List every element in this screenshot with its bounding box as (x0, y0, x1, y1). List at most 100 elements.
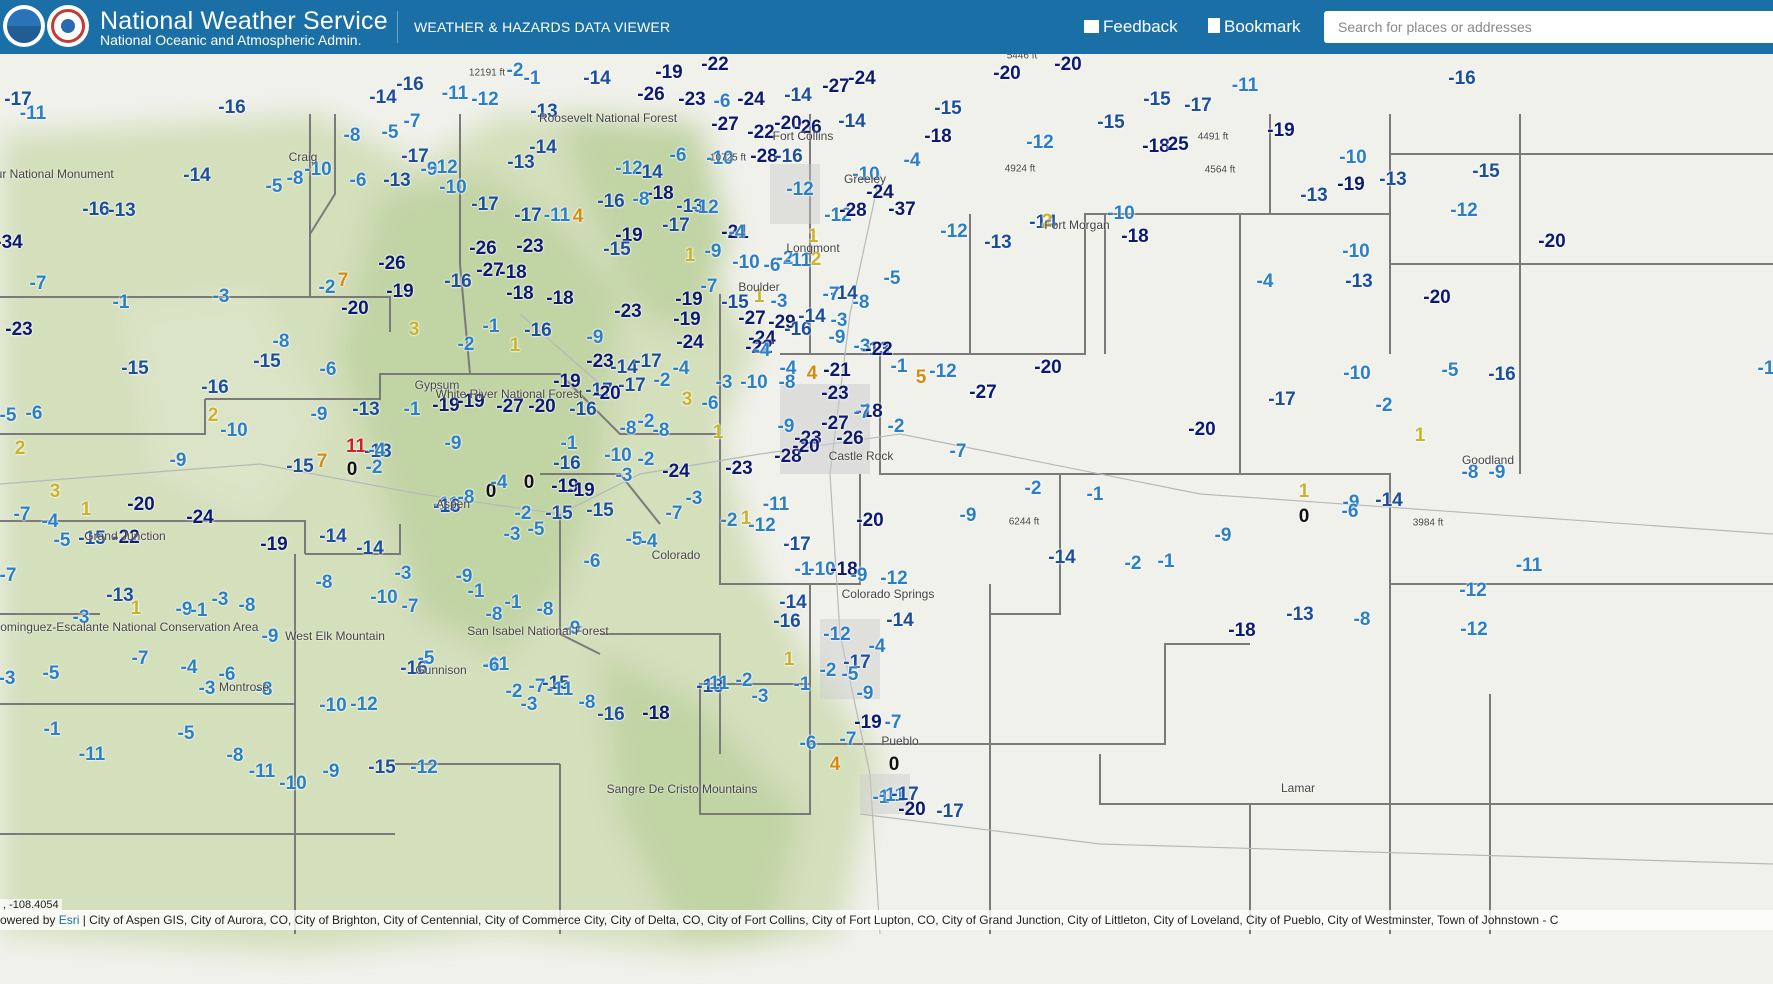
temperature-label[interactable]: -10 (220, 420, 247, 442)
temperature-label[interactable]: -22 (747, 122, 774, 144)
temperature-label[interactable]: 5 (916, 367, 927, 389)
temperature-label[interactable]: -17 (662, 215, 689, 237)
temperature-label[interactable]: -10 (319, 695, 346, 717)
temperature-label[interactable]: -20 (593, 383, 620, 405)
temperature-label[interactable]: 0 (347, 459, 358, 481)
temperature-label[interactable]: -17 (1184, 95, 1211, 117)
temperature-label[interactable]: 1 (784, 649, 795, 671)
temperature-label[interactable]: -5 (0, 405, 16, 427)
feedback-button[interactable]: Feedback (1084, 17, 1178, 37)
temperature-label[interactable]: -3 (752, 686, 769, 708)
temperature-label[interactable]: -14 (635, 162, 662, 184)
temperature-label[interactable]: -12 (1450, 200, 1477, 222)
temperature-label[interactable]: -2 (507, 60, 524, 82)
temperature-label[interactable]: -8 (537, 599, 554, 621)
temperature-label[interactable]: -9 (778, 416, 795, 438)
temperature-label[interactable]: -26 (469, 238, 496, 260)
temperature-label[interactable]: -24 (662, 461, 689, 483)
temperature-label[interactable]: -12 (940, 221, 967, 243)
temperature-label[interactable]: -2 (638, 449, 655, 471)
temperature-label[interactable]: -15 (1472, 161, 1499, 183)
temperature-label[interactable]: -4 (869, 636, 886, 658)
temperature-label[interactable]: -14 (798, 306, 825, 328)
temperature-label[interactable]: -7 (14, 504, 31, 526)
temperature-label[interactable]: -10 (1343, 363, 1370, 385)
temperature-label[interactable]: -27 (969, 382, 996, 404)
temperature-label[interactable]: -3 (199, 678, 216, 700)
temperature-label[interactable]: -3 (716, 372, 733, 394)
temperature-label[interactable]: -9 (262, 626, 279, 648)
temperature-label[interactable]: -6 (714, 91, 731, 113)
temperature-label[interactable]: -18 (1228, 620, 1255, 642)
temperature-label[interactable]: -6 (1342, 501, 1359, 523)
temperature-label[interactable]: -12 (1459, 580, 1486, 602)
temperature-label[interactable]: -16 (1488, 364, 1515, 386)
temperature-label[interactable]: -9 (851, 565, 868, 587)
temperature-label[interactable]: -11 (1516, 555, 1542, 577)
temperature-label[interactable]: 4 (830, 754, 841, 776)
temperature-label[interactable]: -10 (279, 773, 306, 795)
temperature-label[interactable]: -24 (676, 332, 703, 354)
temperature-label[interactable]: -5 (266, 176, 283, 198)
temperature-label[interactable]: -4 (181, 657, 198, 679)
temperature-label[interactable]: -7 (132, 648, 149, 670)
temperature-label[interactable]: -20 (1034, 357, 1061, 379)
temperature-label[interactable]: -21 (823, 360, 850, 382)
esri-link[interactable]: Esri (59, 913, 80, 927)
temperature-label[interactable]: -20 (792, 436, 819, 458)
temperature-label[interactable]: -27 (738, 308, 765, 330)
temperature-label[interactable]: -1 (1758, 358, 1773, 380)
map-view[interactable]: -17 -11 -16 -16 -11 -12 -2 -1 -14 -19 -22 -23 -6 -24-… (0, 54, 1773, 984)
temperature-label[interactable]: -11 (703, 673, 729, 695)
temperature-label[interactable]: -3 (212, 589, 229, 611)
temperature-label[interactable]: -15 (368, 757, 395, 779)
temperature-label[interactable]: -23 (614, 301, 641, 323)
temperature-label[interactable]: 1 (713, 422, 724, 444)
temperature-label[interactable]: -28 (750, 146, 777, 168)
temperature-label[interactable]: -17 (936, 801, 963, 823)
temperature-label[interactable]: -34 (0, 232, 23, 254)
temperature-label[interactable]: -12 (786, 179, 813, 201)
temperature-label[interactable]: -13 (108, 200, 135, 222)
temperature-label[interactable]: -16 (396, 74, 423, 96)
temperature-label[interactable]: -23 (5, 319, 32, 341)
temperature-label[interactable]: -19 (675, 289, 702, 311)
temperature-label[interactable]: -15 (121, 358, 148, 380)
temperature-label[interactable]: -10 (1107, 203, 1134, 225)
temperature-label[interactable]: -1 (505, 592, 522, 614)
temperature-label[interactable]: -6 (584, 551, 601, 573)
temperature-label[interactable]: -14 (369, 87, 396, 109)
temperature-label[interactable]: -10 (1339, 147, 1366, 169)
temperature-label[interactable]: -1 (1087, 484, 1104, 506)
temperature-label[interactable]: -26 (836, 428, 863, 450)
temperature-label[interactable]: 3 (50, 481, 61, 503)
temperature-label[interactable]: -2 (1025, 478, 1042, 500)
temperature-label[interactable]: -19 (386, 281, 413, 303)
temperature-label[interactable]: -14 (1375, 490, 1402, 512)
temperature-label[interactable]: -26 (378, 253, 405, 275)
temperature-label[interactable]: -24 (848, 68, 875, 90)
temperature-label[interactable]: -17 (471, 194, 498, 216)
temperature-label[interactable]: -16 (1448, 68, 1475, 90)
temperature-label[interactable]: -24 (186, 507, 213, 529)
temperature-label[interactable]: 11 (346, 436, 366, 458)
temperature-label[interactable]: -18 (924, 126, 951, 148)
temperature-label[interactable]: -8 (653, 420, 670, 442)
temperature-label[interactable]: 1 (1415, 425, 1426, 447)
temperature-label[interactable]: -7 (666, 503, 683, 525)
temperature-label[interactable]: -8 (316, 572, 333, 594)
temperature-label[interactable]: -9 (960, 505, 977, 527)
temperature-label[interactable]: 0 (1299, 506, 1310, 528)
temperature-label[interactable]: -16 (553, 453, 580, 475)
temperature-label[interactable]: -17 (783, 534, 810, 556)
temperature-label[interactable]: -27 (711, 114, 738, 136)
temperature-label[interactable]: -1 (468, 581, 485, 603)
temperature-label[interactable]: -12 (823, 624, 850, 646)
temperature-label[interactable]: -11 (79, 744, 105, 766)
temperature-label[interactable]: -4 (904, 150, 921, 172)
temperature-label[interactable]: -6 (702, 393, 719, 415)
temperature-label[interactable]: -1 (1158, 551, 1175, 573)
temperature-label[interactable]: -10 (732, 252, 759, 274)
temperature-label[interactable]: -14 (1048, 547, 1075, 569)
temperature-label[interactable]: -10 (439, 177, 466, 199)
